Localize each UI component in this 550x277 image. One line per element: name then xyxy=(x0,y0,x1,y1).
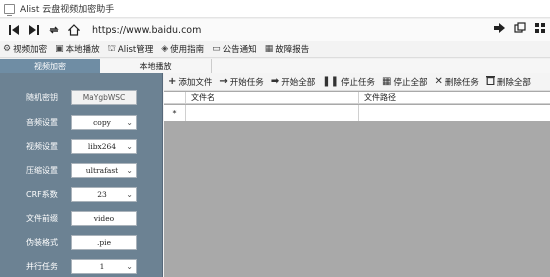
stop-task-button[interactable]: ❚❚ 停止任务 xyxy=(322,76,375,88)
bank-icon: ⛫ xyxy=(107,43,116,54)
start-task-button[interactable]: → 开始任务 xyxy=(219,76,263,88)
copy-window-icon[interactable] xyxy=(514,22,526,37)
stop-all-button[interactable]: ▦ 停止全部 xyxy=(382,76,427,88)
forward-arrow-icon[interactable] xyxy=(493,22,506,37)
menu-announcements[interactable]: ▭ 公告通知 xyxy=(212,43,257,55)
setting-label: 文件前缀 xyxy=(26,214,58,223)
toolbar-label: 开始任务 xyxy=(229,77,264,88)
window-title: Alist 云盘视频加密助手 xyxy=(20,5,115,15)
chat-icon: ▭ xyxy=(212,44,221,54)
box-icon: ◈ xyxy=(161,44,169,54)
tab-video-encrypt[interactable]: 视频加密 xyxy=(0,59,100,73)
menu-label: 视频加密 xyxy=(13,45,48,55)
audio-select[interactable]: copy ⌄ xyxy=(71,115,137,130)
chevron-down-icon: ⌄ xyxy=(126,142,133,151)
setting-video: 视频设置 libx264 ⌄ xyxy=(0,139,163,155)
setting-label: CRF系数 xyxy=(26,190,58,199)
chevron-down-icon: ⌄ xyxy=(126,166,133,175)
setting-compression: 压缩设置 ultrafast ⌄ xyxy=(0,163,163,179)
skip-back-icon[interactable] xyxy=(6,22,22,38)
disguise-format-input[interactable]: .pie xyxy=(71,235,137,250)
new-row-marker: * xyxy=(164,105,186,121)
pause-icon: ❚❚ xyxy=(322,76,339,87)
gear-icon: ⚙ xyxy=(3,44,12,54)
menu-label: 故障报告 xyxy=(275,45,310,55)
table-row[interactable]: * xyxy=(164,105,550,121)
trash-icon xyxy=(485,75,495,88)
column-header-filepath[interactable]: 文件路径 xyxy=(359,92,550,104)
skip-forward-icon[interactable] xyxy=(26,22,42,38)
toolbar-label: 停止任务 xyxy=(340,77,375,88)
tab-local-play[interactable]: 本地播放 xyxy=(100,59,212,73)
settings-panel: 随机密钥 MaYgbWSC 音频设置 copy ⌄ 视频设置 libx264 ⌄… xyxy=(0,73,163,277)
task-panel: + 添加文件 → 开始任务 ➡ 开始全部 ❚❚ 停止任务 ▦ 停止全部 ✕ 删除… xyxy=(164,73,550,277)
menu-label: 本地播放 xyxy=(65,45,100,55)
grid-corner xyxy=(164,92,186,104)
file-prefix-input[interactable]: video xyxy=(71,211,137,226)
setting-disguise-format: 伪装格式 .pie xyxy=(0,235,163,251)
crf-select[interactable]: 23 ⌄ xyxy=(71,187,137,202)
video-select[interactable]: libx264 ⌄ xyxy=(71,139,137,154)
menu-label: 公告通知 xyxy=(222,45,257,55)
home-icon[interactable] xyxy=(66,22,82,38)
setting-random-key: 随机密钥 MaYgbWSC xyxy=(0,90,163,106)
plus-icon: + xyxy=(168,76,177,87)
navigation-bar: https://www.baidu.com xyxy=(0,19,550,41)
close-icon: ✕ xyxy=(434,76,443,87)
setting-file-prefix: 文件前缀 video xyxy=(0,211,163,227)
monitor-icon xyxy=(4,3,15,16)
grid-header: 文件名 文件路径 xyxy=(164,92,550,104)
grid-icon[interactable] xyxy=(534,22,546,37)
compression-select[interactable]: ultrafast ⌄ xyxy=(71,163,137,178)
setting-parallel-tasks: 并行任务 1 ⌄ xyxy=(0,259,163,275)
menu-label: 使用指南 xyxy=(170,45,205,55)
play-window-icon: ▣ xyxy=(55,44,64,54)
menu-local-play[interactable]: ▣ 本地播放 xyxy=(55,43,100,55)
setting-label: 并行任务 xyxy=(26,262,58,271)
toolbar-label: 添加文件 xyxy=(178,77,213,88)
toolbar-label: 删除全部 xyxy=(496,77,531,88)
menu-video-encrypt[interactable]: ⚙ 视频加密 xyxy=(3,43,47,55)
setting-label: 随机密钥 xyxy=(26,93,58,102)
grid-stop-icon: ▦ xyxy=(382,76,392,87)
start-all-button[interactable]: ➡ 开始全部 xyxy=(271,76,315,88)
add-file-button[interactable]: + 添加文件 xyxy=(168,76,212,88)
toolbar-label: 删除任务 xyxy=(444,77,479,88)
setting-label: 视频设置 xyxy=(26,142,58,151)
toolbar-label: 开始全部 xyxy=(281,77,316,88)
setting-label: 压缩设置 xyxy=(26,166,58,175)
menu-bar: ⚙ 视频加密 ▣ 本地播放 ⛫ Alist管理 ◈ 使用指南 ▭ 公告通知 ▦ … xyxy=(0,41,550,58)
menu-label: Alist管理 xyxy=(117,45,154,55)
random-key-button[interactable]: MaYgbWSC xyxy=(71,90,137,105)
title-bar: Alist 云盘视频加密助手 xyxy=(0,0,550,18)
chevron-down-icon: ⌄ xyxy=(126,190,133,199)
delete-all-button[interactable]: 删除全部 xyxy=(485,75,531,88)
toolbar-label: 停止全部 xyxy=(393,77,428,88)
arrow-right-icon: → xyxy=(219,76,228,87)
report-icon: ▦ xyxy=(264,44,274,54)
menu-bug-report[interactable]: ▦ 故障报告 xyxy=(265,43,310,55)
setting-label: 音频设置 xyxy=(26,118,58,127)
tab-strip: 视频加密 本地播放 xyxy=(0,59,550,73)
refresh-icon[interactable] xyxy=(46,22,62,38)
chevron-down-icon: ⌄ xyxy=(126,118,133,127)
play-all-icon: ➡ xyxy=(270,76,280,87)
setting-audio: 音频设置 copy ⌄ xyxy=(0,115,163,131)
task-toolbar: + 添加文件 → 开始任务 ➡ 开始全部 ❚❚ 停止任务 ▦ 停止全部 ✕ 删除… xyxy=(164,73,550,91)
setting-label: 伪装格式 xyxy=(26,238,58,247)
table-cell[interactable] xyxy=(186,105,359,121)
chevron-down-icon: ⌄ xyxy=(126,262,133,271)
delete-task-button[interactable]: ✕ 删除任务 xyxy=(434,76,478,88)
menu-alist-manage[interactable]: ⛫ Alist管理 xyxy=(107,43,154,56)
menu-user-guide[interactable]: ◈ 使用指南 xyxy=(161,43,204,55)
parallel-tasks-select[interactable]: 1 ⌄ xyxy=(71,259,137,274)
column-header-filename[interactable]: 文件名 xyxy=(186,92,359,104)
setting-crf: CRF系数 23 ⌄ xyxy=(0,187,163,203)
address-url[interactable]: https://www.baidu.com xyxy=(92,25,201,36)
table-cell[interactable] xyxy=(359,105,550,121)
